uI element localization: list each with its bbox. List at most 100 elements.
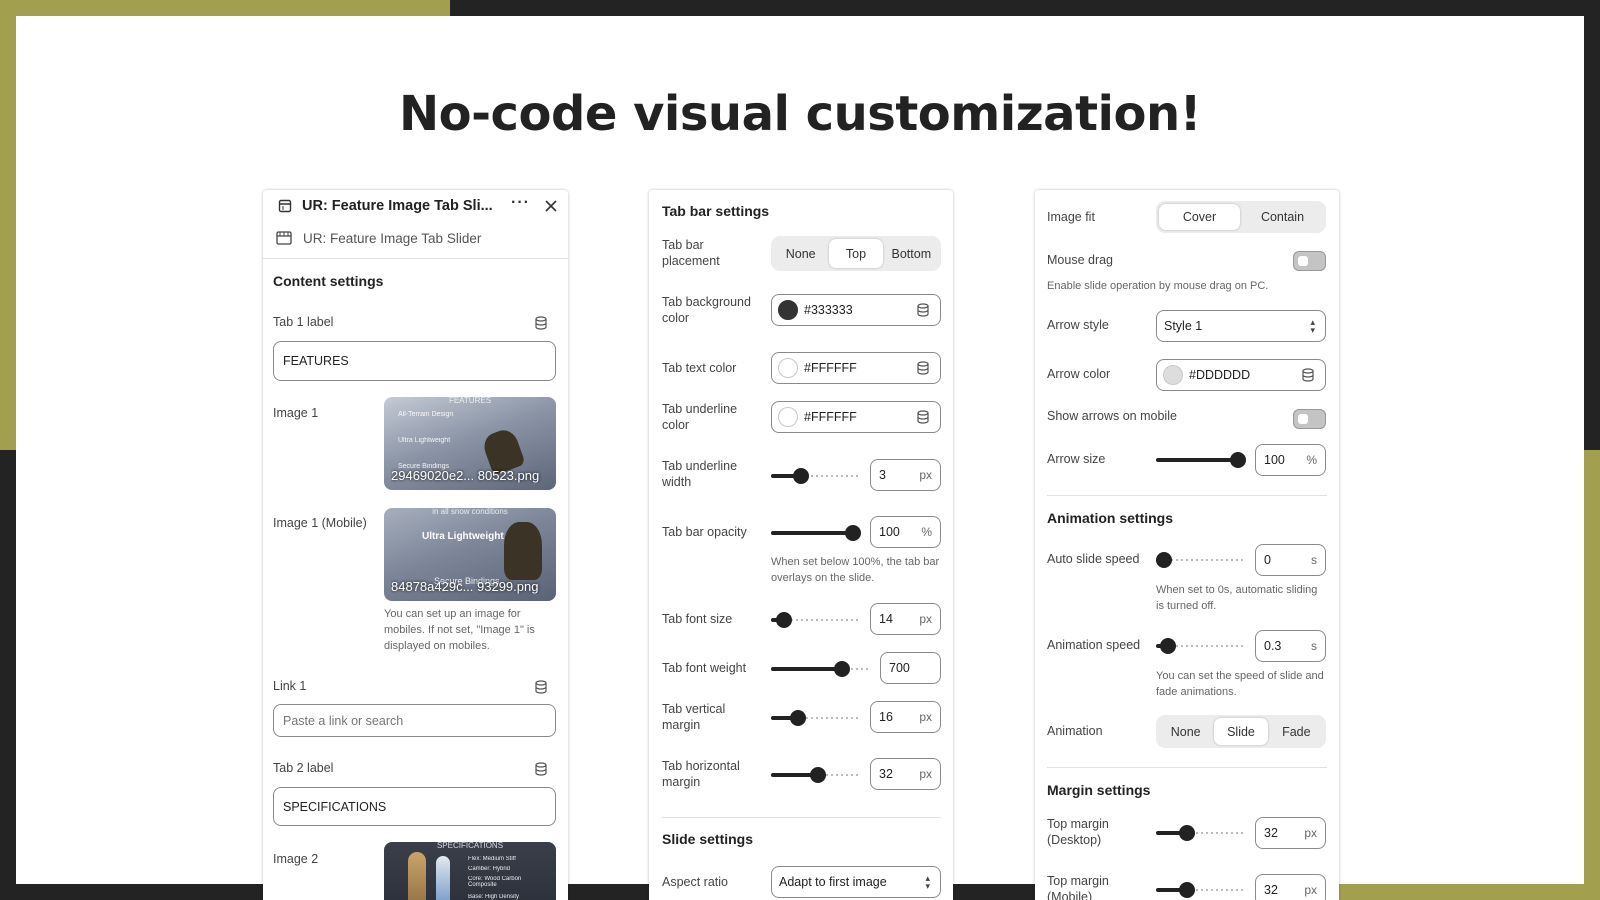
- top-margin-mobile-input[interactable]: 32 px: [1255, 874, 1326, 900]
- auto-slide-label: Auto slide speed: [1047, 552, 1140, 566]
- opacity-slider[interactable]: [771, 525, 861, 541]
- bg-color-field[interactable]: #333333: [771, 294, 941, 326]
- arrow-color-label: Arrow color: [1047, 367, 1111, 381]
- auto-slide-input[interactable]: 0s: [1255, 544, 1326, 576]
- horizontal-margin-slider[interactable]: [771, 767, 861, 783]
- image1-mobile-label: Image 1 (Mobile): [273, 516, 367, 530]
- slider-settings-panel: Image fit Cover Contain Mouse drag Enabl…: [1035, 190, 1339, 900]
- unit: px: [919, 767, 932, 781]
- dynamic-source-icon[interactable]: [1301, 368, 1315, 382]
- underline-color-swatch[interactable]: [778, 407, 798, 427]
- mouse-drag-toggle[interactable]: [1293, 251, 1326, 271]
- animation-slide[interactable]: Slide: [1214, 718, 1268, 745]
- arrow-style-select[interactable]: Style 1 ▴ ▾: [1156, 310, 1326, 342]
- underline-color-label: Tab underline color: [662, 402, 738, 432]
- fit-cover[interactable]: Cover: [1159, 204, 1240, 230]
- arrow-color-swatch[interactable]: [1163, 365, 1183, 385]
- slider-handle[interactable]: [776, 612, 792, 628]
- slider-handle[interactable]: [1160, 638, 1176, 654]
- slider-handle[interactable]: [845, 525, 861, 541]
- fit-contain[interactable]: Contain: [1242, 204, 1323, 230]
- vertical-margin-value: 16: [879, 710, 893, 724]
- dynamic-source-icon[interactable]: [916, 410, 930, 424]
- underline-width-input[interactable]: 3 px: [870, 459, 941, 491]
- section-divider: [1047, 495, 1327, 496]
- link1-label: Link 1: [273, 679, 307, 693]
- tab2-input[interactable]: SPECIFICATIONS: [273, 787, 556, 826]
- image2-item-4: Base: High Density: [468, 894, 520, 900]
- animation-speed-input[interactable]: 0.3 s: [1255, 630, 1326, 662]
- auto-slide-value: 0: [1264, 553, 1271, 567]
- unit: px: [1304, 826, 1317, 840]
- image2-picker[interactable]: SPECIFICATIONS Flex: Medium Stiff Camber…: [384, 842, 556, 900]
- arrow-size-slider[interactable]: [1156, 452, 1246, 468]
- text-color-value: #FFFFFF: [804, 361, 857, 375]
- font-size-slider[interactable]: [771, 612, 861, 628]
- top-margin-mobile-label: Top margin (Mobile): [1047, 874, 1109, 900]
- dynamic-source-icon[interactable]: [534, 762, 548, 776]
- slider-handle[interactable]: [1179, 882, 1195, 898]
- slider-handle[interactable]: [1230, 452, 1246, 468]
- underline-color-field[interactable]: #FFFFFF: [771, 401, 941, 433]
- unit: s: [1311, 639, 1317, 653]
- slider-handle[interactable]: [1179, 825, 1195, 841]
- snowboard-figure: [408, 852, 426, 900]
- image1-mobile-picker[interactable]: in all snow conditions Ultra Lightweight…: [384, 508, 556, 601]
- top-margin-desktop-input[interactable]: 32 px: [1255, 817, 1326, 849]
- slider-handle[interactable]: [810, 767, 826, 783]
- image-fit-label: Image fit: [1047, 210, 1095, 224]
- bg-color-swatch[interactable]: [778, 300, 798, 320]
- opacity-input[interactable]: 100%: [870, 516, 941, 548]
- auto-slide-slider[interactable]: [1156, 552, 1246, 568]
- font-size-input[interactable]: 14 px: [870, 603, 941, 635]
- underline-width-slider[interactable]: [771, 468, 861, 484]
- text-color-field[interactable]: #FFFFFF: [771, 352, 941, 384]
- tab1-input[interactable]: FEATURES: [273, 341, 556, 381]
- animation-speed-slider[interactable]: [1156, 638, 1246, 654]
- unit: px: [919, 468, 932, 482]
- vertical-margin-input[interactable]: 16 px: [870, 701, 941, 733]
- placement-none[interactable]: None: [774, 239, 827, 268]
- slider-handle[interactable]: [834, 661, 850, 677]
- animation-fade[interactable]: Fade: [1270, 718, 1323, 745]
- link1-input[interactable]: [273, 704, 556, 737]
- block-name[interactable]: UR: Feature Image Tab Slider: [303, 231, 481, 246]
- placement-bottom[interactable]: Bottom: [885, 239, 938, 268]
- animation-speed-label: Animation speed: [1047, 638, 1141, 652]
- select-chevron-icon: ▴ ▾: [925, 873, 930, 891]
- top-margin-desktop-slider[interactable]: [1156, 825, 1246, 841]
- top-margin-mobile-slider[interactable]: [1156, 882, 1246, 898]
- tab2-label: Tab 2 label: [273, 761, 334, 775]
- image1-mobile-hint: You can set up an image for mobiles. If …: [384, 608, 535, 652]
- slider-handle[interactable]: [1156, 552, 1172, 568]
- slider-handle[interactable]: [790, 710, 806, 726]
- image2-label: Image 2: [273, 852, 319, 866]
- dynamic-source-icon[interactable]: [916, 303, 930, 317]
- more-options-icon[interactable]: ···: [511, 194, 530, 212]
- mobile-arrows-toggle[interactable]: [1293, 409, 1326, 429]
- top-margin-mobile-value: 32: [1264, 883, 1278, 897]
- content-settings-panel: UR: Feature Image Tab Sli... ··· UR: Fea…: [263, 190, 568, 900]
- font-weight-slider[interactable]: [771, 661, 871, 677]
- unit: px: [919, 612, 932, 626]
- image1-filename: 29469020e2... 80523.png: [391, 468, 540, 483]
- animation-none[interactable]: None: [1159, 718, 1212, 745]
- text-color-swatch[interactable]: [778, 358, 798, 378]
- font-weight-input[interactable]: 700: [880, 652, 941, 684]
- dynamic-source-icon[interactable]: [916, 361, 930, 375]
- slider-handle[interactable]: [793, 468, 809, 484]
- close-icon[interactable]: [544, 199, 558, 213]
- dynamic-source-icon[interactable]: [534, 680, 548, 694]
- placement-top[interactable]: Top: [829, 239, 883, 268]
- vertical-margin-slider[interactable]: [771, 710, 861, 726]
- aspect-ratio-select[interactable]: Adapt to first image ▴ ▾: [771, 866, 941, 898]
- horizontal-margin-input[interactable]: 32 px: [870, 758, 941, 790]
- font-size-label: Tab font size: [662, 612, 733, 626]
- arrow-size-label: Arrow size: [1047, 452, 1106, 466]
- slide-settings-heading: Slide settings: [662, 831, 754, 847]
- arrow-size-input[interactable]: 100%: [1255, 444, 1326, 476]
- dynamic-source-icon[interactable]: [534, 316, 548, 330]
- image1-picker[interactable]: FEATURES All-Terrain Design Ultra Lightw…: [384, 397, 556, 490]
- arrow-color-field[interactable]: #DDDDDD: [1156, 359, 1326, 391]
- section-icon: [276, 231, 292, 245]
